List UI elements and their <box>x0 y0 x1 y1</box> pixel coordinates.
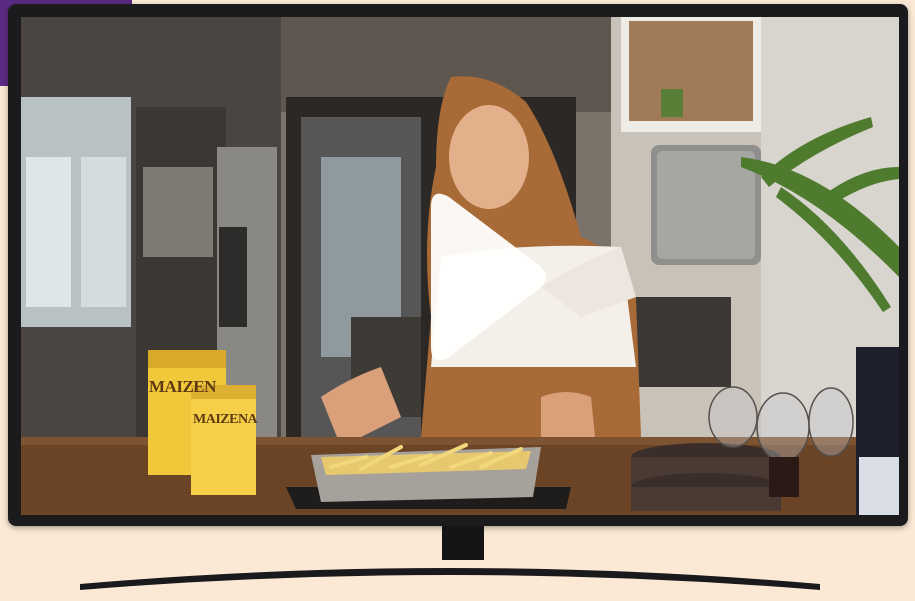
play-button[interactable] <box>413 177 553 377</box>
video-player[interactable]: MAIZEN MAIZENA <box>21 17 899 515</box>
brand-box-label-front: MAIZENA <box>193 412 258 427</box>
brand-box-label-back: MAIZEN <box>149 377 216 396</box>
tv-stand-base <box>80 556 820 596</box>
tv-stand-neck <box>442 526 484 560</box>
play-icon <box>431 193 546 361</box>
